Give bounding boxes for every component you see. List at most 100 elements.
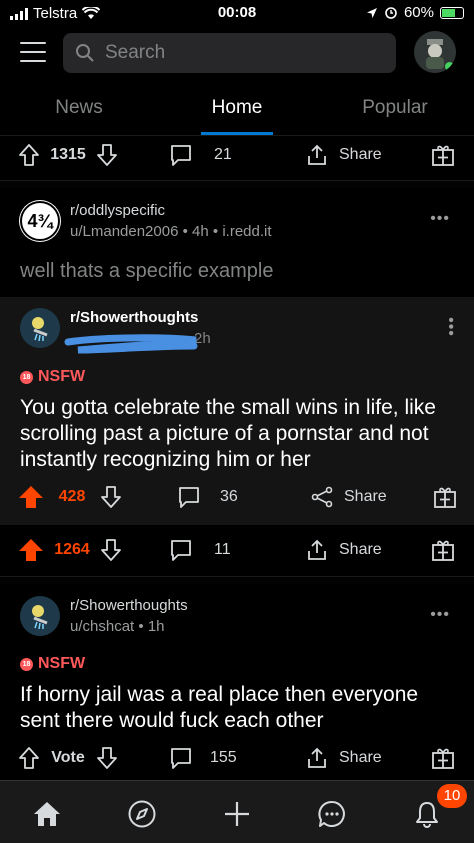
subreddit-name[interactable]: r/Showerthoughts bbox=[70, 597, 188, 614]
downvote-icon[interactable] bbox=[96, 746, 118, 770]
status-bar: Telstra 00:08 60% bbox=[0, 0, 474, 28]
comment-count: 11 bbox=[214, 541, 231, 558]
nav-home[interactable] bbox=[30, 797, 64, 831]
nsfw-label: NSFW bbox=[38, 655, 86, 672]
award-button[interactable] bbox=[430, 745, 456, 771]
nav-create-post[interactable] bbox=[220, 797, 254, 831]
crosspost-more-icon[interactable]: ••• bbox=[441, 317, 459, 337]
post-title[interactable]: well thats a specific example bbox=[20, 258, 460, 284]
share-icon bbox=[308, 539, 326, 560]
comment-icon bbox=[171, 540, 191, 561]
post-domain[interactable]: i.redd.it bbox=[222, 223, 271, 240]
vote-label: Vote bbox=[51, 749, 85, 766]
plus-icon bbox=[225, 802, 249, 826]
status-right: 60% bbox=[366, 4, 464, 21]
tab-news[interactable]: News bbox=[0, 86, 158, 135]
subreddit-icon[interactable]: 4¾ bbox=[20, 201, 60, 241]
nsfw-label: NSFW bbox=[38, 368, 86, 385]
share-label: Share bbox=[339, 749, 382, 766]
bottom-nav bbox=[0, 780, 474, 843]
upvote-icon[interactable] bbox=[18, 538, 44, 562]
nsfw-18-icon: 18 bbox=[20, 657, 33, 671]
online-indicator bbox=[445, 62, 454, 71]
share-label: Share bbox=[339, 146, 382, 163]
comments-button[interactable]: 155 bbox=[168, 745, 237, 771]
comment-icon bbox=[171, 145, 191, 166]
post-age: 1h bbox=[147, 618, 165, 635]
share-icon bbox=[308, 144, 326, 165]
downvote-icon[interactable] bbox=[96, 143, 118, 167]
award-icon bbox=[432, 748, 454, 769]
comment-icon bbox=[179, 487, 199, 508]
nsfw-tag: 18 NSFW bbox=[20, 368, 85, 386]
post-age: 4h bbox=[192, 223, 209, 240]
crosspost-subreddit[interactable]: r/Showerthoughts bbox=[70, 309, 211, 326]
showerthoughts-icon bbox=[32, 317, 48, 342]
menu-icon[interactable] bbox=[20, 42, 46, 62]
subreddit-icon-text: 4¾ bbox=[27, 210, 53, 231]
downvote-icon[interactable] bbox=[100, 538, 122, 562]
vote-group: 428 bbox=[18, 485, 122, 509]
subreddit-name[interactable]: r/oddlyspecific bbox=[70, 202, 272, 219]
vote-group: Vote bbox=[18, 746, 118, 770]
downvote-icon[interactable] bbox=[100, 485, 122, 509]
nsfw-tag: 18 NSFW bbox=[20, 655, 85, 673]
award-button[interactable] bbox=[430, 142, 456, 168]
upvote-icon[interactable] bbox=[18, 746, 40, 770]
compass-icon bbox=[128, 800, 156, 828]
post-header: 4¾ r/oddlyspecific u/Lmanden2006 • 4h • … bbox=[20, 201, 272, 241]
alarm-icon bbox=[385, 6, 397, 19]
author-name[interactable]: u/chshcat bbox=[70, 618, 134, 635]
share-icon bbox=[311, 486, 333, 508]
comments-button[interactable]: 21 bbox=[168, 142, 232, 168]
award-icon bbox=[434, 487, 456, 508]
chat-icon bbox=[318, 800, 345, 827]
author-name[interactable]: u/Lmanden2006 bbox=[70, 223, 178, 240]
share-label: Share bbox=[344, 488, 387, 505]
nav-discover[interactable] bbox=[125, 797, 159, 831]
post-divider bbox=[0, 576, 474, 584]
award-icon bbox=[432, 540, 454, 561]
more-options-icon[interactable]: ••• bbox=[430, 606, 450, 624]
vote-count: 428 bbox=[58, 488, 86, 505]
post-header: r/Showerthoughts u/chshcat • 1h bbox=[20, 596, 188, 636]
share-button[interactable]: Share bbox=[305, 746, 382, 770]
more-options-icon[interactable]: ••• bbox=[430, 210, 450, 228]
share-button[interactable]: Share bbox=[310, 485, 387, 509]
search-placeholder: Search bbox=[105, 42, 166, 63]
post-byline: u/chshcat • 1h bbox=[70, 618, 188, 635]
app-header: Search bbox=[0, 28, 474, 80]
award-button[interactable] bbox=[430, 537, 456, 563]
separator: • bbox=[182, 223, 188, 240]
comment-icon bbox=[171, 748, 191, 769]
bell-icon bbox=[416, 802, 438, 828]
upvote-icon[interactable] bbox=[18, 143, 40, 167]
previous-post-actions: 1315 21 Share bbox=[0, 135, 474, 175]
share-button[interactable]: Share bbox=[305, 538, 382, 562]
post-title[interactable]: If horny jail was a real place then ever… bbox=[20, 682, 460, 734]
upvote-icon[interactable] bbox=[18, 485, 44, 509]
post-meta: r/oddlyspecific u/Lmanden2006 • 4h • i.r… bbox=[70, 201, 272, 241]
comment-count: 36 bbox=[220, 488, 238, 505]
location-icon bbox=[366, 7, 377, 18]
subreddit-icon[interactable] bbox=[20, 596, 60, 636]
nav-chat[interactable] bbox=[315, 797, 349, 831]
vote-count: 1264 bbox=[54, 541, 90, 558]
comment-count: 21 bbox=[214, 146, 232, 163]
comments-button[interactable]: 36 bbox=[176, 484, 238, 510]
user-avatar[interactable] bbox=[414, 31, 456, 73]
comments-button[interactable]: 11 bbox=[168, 537, 231, 563]
crosspost-actions: 428 36 Share bbox=[0, 477, 474, 517]
vote-group: 1264 bbox=[18, 538, 122, 562]
share-icon bbox=[308, 747, 326, 768]
subreddit-icon[interactable] bbox=[20, 308, 60, 348]
award-icon bbox=[432, 145, 454, 166]
share-button[interactable]: Share bbox=[305, 143, 382, 167]
tab-home[interactable]: Home bbox=[158, 86, 316, 135]
tab-popular[interactable]: Popular bbox=[316, 86, 474, 135]
search-input[interactable]: Search bbox=[63, 33, 396, 73]
battery-icon bbox=[440, 6, 464, 19]
award-button[interactable] bbox=[432, 484, 458, 510]
crosspost-title[interactable]: You gotta celebrate the small wins in li… bbox=[20, 395, 460, 473]
post-actions: 1264 11 Share bbox=[0, 530, 474, 570]
